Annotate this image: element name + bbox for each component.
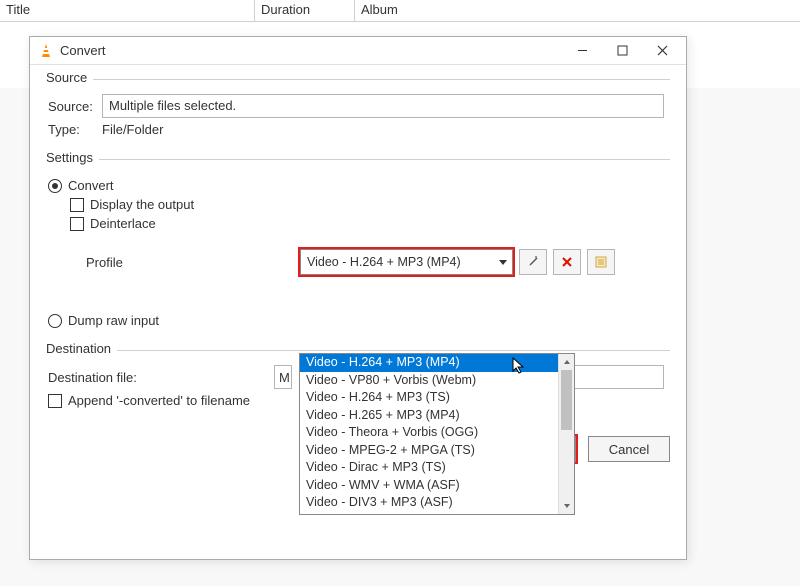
dropdown-item[interactable]: Video - MPEG-2 + MPGA (TS)	[300, 442, 558, 460]
scroll-thumb[interactable]	[561, 370, 572, 430]
type-label: Type:	[48, 122, 102, 137]
vlc-icon	[38, 43, 54, 59]
convert-dialog: Convert Source Source: Multiple files se…	[29, 36, 687, 560]
convert-radio-label: Convert	[68, 178, 114, 193]
dump-raw-radio[interactable]	[48, 314, 62, 328]
source-label: Source:	[48, 99, 102, 114]
cancel-button[interactable]: Cancel	[588, 436, 670, 462]
destination-file-label: Destination file:	[48, 370, 274, 385]
dump-raw-label: Dump raw input	[68, 313, 159, 328]
window-title: Convert	[60, 43, 562, 58]
column-title[interactable]: Title	[0, 0, 255, 21]
maximize-button[interactable]	[602, 38, 642, 64]
source-input[interactable]: Multiple files selected.	[102, 94, 664, 118]
dropdown-item[interactable]: Video - H.264 + MP3 (TS)	[300, 389, 558, 407]
scroll-up-icon[interactable]	[559, 354, 574, 370]
column-album[interactable]: Album	[355, 0, 800, 21]
delete-profile-button[interactable]	[553, 249, 581, 275]
dropdown-item[interactable]: Video - H.265 + MP3 (MP4)	[300, 407, 558, 425]
column-duration[interactable]: Duration	[255, 0, 355, 21]
display-output-checkbox[interactable]	[70, 198, 84, 212]
source-group: Source Source: Multiple files selected. …	[46, 79, 670, 147]
destination-legend: Destination	[46, 341, 117, 356]
scroll-down-icon[interactable]	[559, 498, 574, 514]
profile-label: Profile	[86, 255, 300, 270]
source-legend: Source	[46, 70, 93, 85]
dropdown-scrollbar[interactable]	[558, 354, 574, 514]
display-output-label: Display the output	[90, 197, 194, 212]
profile-select[interactable]: Video - H.264 + MP3 (MP4)	[300, 249, 513, 275]
dropdown-item[interactable]: Video - DIV3 + MP3 (ASF)	[300, 494, 558, 512]
deinterlace-label: Deinterlace	[90, 216, 156, 231]
edit-profile-button[interactable]	[519, 249, 547, 275]
chevron-down-icon	[498, 255, 508, 270]
new-profile-button[interactable]	[587, 249, 615, 275]
settings-group: Settings Convert Display the output Dein…	[46, 159, 670, 338]
dropdown-item[interactable]: Video - Theora + Vorbis (OGG)	[300, 424, 558, 442]
titlebar[interactable]: Convert	[30, 37, 686, 65]
settings-legend: Settings	[46, 150, 99, 165]
type-value: File/Folder	[102, 122, 163, 137]
profile-select-value: Video - H.264 + MP3 (MP4)	[307, 255, 498, 269]
deinterlace-checkbox[interactable]	[70, 217, 84, 231]
dropdown-item[interactable]: Audio - Vorbis (OGG)	[300, 512, 558, 515]
append-converted-label: Append '-converted' to filename	[68, 393, 250, 408]
destination-prefix: M	[274, 365, 292, 389]
background-column-headers: Title Duration Album	[0, 0, 800, 22]
minimize-button[interactable]	[562, 38, 602, 64]
dropdown-item[interactable]: Video - Dirac + MP3 (TS)	[300, 459, 558, 477]
mouse-cursor-icon	[511, 357, 529, 375]
close-button[interactable]	[642, 38, 682, 64]
profile-dropdown-list[interactable]: Video - H.264 + MP3 (MP4) Video - VP80 +…	[299, 353, 575, 515]
convert-radio[interactable]	[48, 179, 62, 193]
dropdown-item[interactable]: Video - WMV + WMA (ASF)	[300, 477, 558, 495]
append-converted-checkbox[interactable]	[48, 394, 62, 408]
